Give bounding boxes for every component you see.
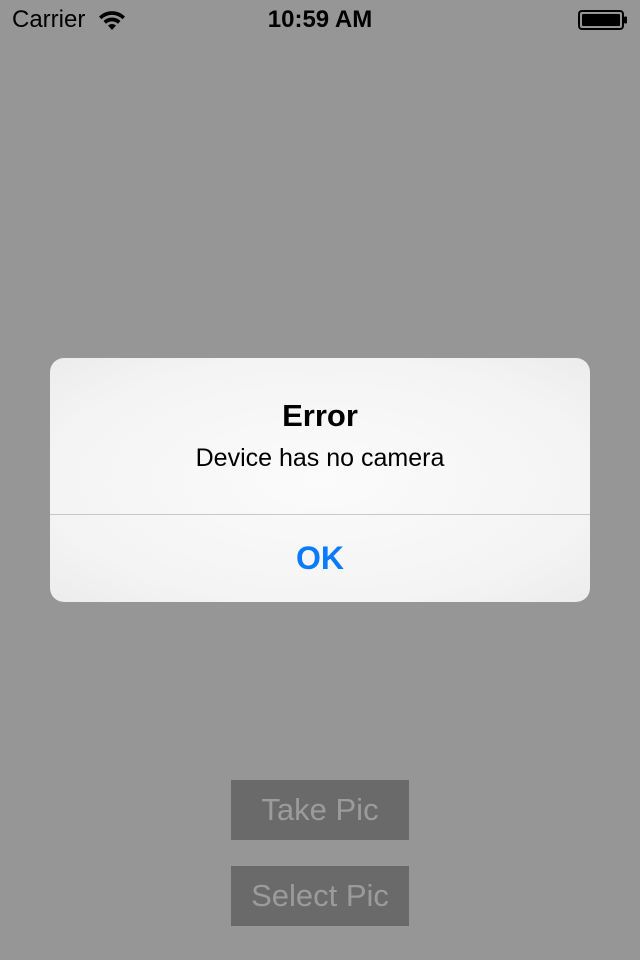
alert-message: Device has no camera xyxy=(195,444,445,472)
ok-button[interactable]: OK xyxy=(50,515,590,602)
error-alert-dialog: Error Device has no camera OK xyxy=(50,358,590,602)
alert-title: Error xyxy=(282,398,358,433)
take-pic-button[interactable]: Take Pic xyxy=(231,780,409,840)
select-pic-button[interactable]: Select Pic xyxy=(231,866,409,926)
